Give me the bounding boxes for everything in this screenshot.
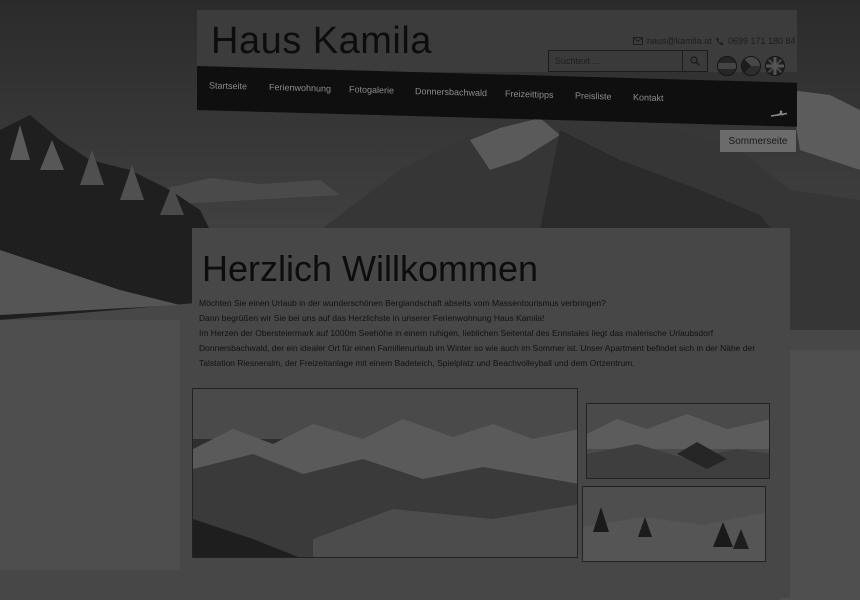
welcome-section: Herzlich Willkommen Möchten Sie einen Ur… bbox=[192, 228, 790, 598]
mail-icon bbox=[633, 37, 643, 45]
nav-item-ferienwohnung[interactable]: Ferienwohnung bbox=[269, 82, 331, 94]
czech-flag-icon[interactable] bbox=[741, 56, 761, 76]
snowy-valley-image bbox=[587, 404, 769, 478]
site-logo[interactable]: Haus Kamila bbox=[211, 20, 432, 63]
intro-paragraph-3: Im Herzen der Obersteiermark auf 1000m S… bbox=[199, 328, 714, 338]
phone-icon bbox=[716, 37, 723, 45]
page-title: Herzlich Willkommen bbox=[202, 248, 539, 289]
summer-page-button[interactable]: Sommerseite bbox=[720, 130, 796, 152]
nav-item-freizeittipps[interactable]: Freizeittipps bbox=[505, 89, 554, 100]
nav-item-preisliste[interactable]: Preisliste bbox=[575, 91, 612, 102]
mountain-panorama-image bbox=[193, 389, 577, 557]
uk-flag-icon[interactable] bbox=[765, 56, 785, 76]
right-panel-shadow bbox=[780, 350, 860, 600]
gallery-image-small-1[interactable] bbox=[586, 403, 770, 479]
nav-item-fotogalerie[interactable]: Fotogalerie bbox=[349, 84, 394, 95]
intro-paragraph-4: Donnersbachwald, der ein idealer Ort für… bbox=[199, 343, 756, 353]
intro-paragraph-1: Möchten Sie einen Urlaub in der wundersc… bbox=[199, 298, 606, 308]
search-input[interactable] bbox=[549, 51, 685, 71]
nav-item-donnersbachwald[interactable]: Donnersbachwald bbox=[415, 86, 487, 98]
intro-paragraph-5: Talstation Riesneralm, der Freizeitanlag… bbox=[199, 358, 635, 368]
email-text: haus@kamila.at bbox=[647, 36, 712, 46]
intro-paragraph-2: Dann begrüßen wir Sie bei uns auf das He… bbox=[199, 313, 545, 323]
austria-flag-icon[interactable] bbox=[717, 56, 737, 76]
search-box bbox=[548, 50, 708, 72]
search-icon bbox=[690, 56, 700, 66]
phone-text: 0699 171 180 84 bbox=[728, 36, 796, 46]
email-contact[interactable]: haus@kamila.at bbox=[633, 36, 712, 46]
search-button[interactable] bbox=[682, 51, 707, 71]
gallery-image-main[interactable] bbox=[192, 388, 578, 558]
skier-icon bbox=[770, 110, 788, 117]
phone-contact[interactable]: 0699 171 180 84 bbox=[715, 36, 796, 46]
nav-item-kontakt[interactable]: Kontakt bbox=[633, 92, 664, 103]
forest-slope-image bbox=[583, 487, 765, 561]
gallery-image-small-2[interactable] bbox=[582, 486, 766, 562]
nav-item-startseite[interactable]: Startseite bbox=[209, 80, 247, 91]
site-header: Haus Kamila haus@kamila.at 0699 171 180 … bbox=[197, 10, 797, 76]
